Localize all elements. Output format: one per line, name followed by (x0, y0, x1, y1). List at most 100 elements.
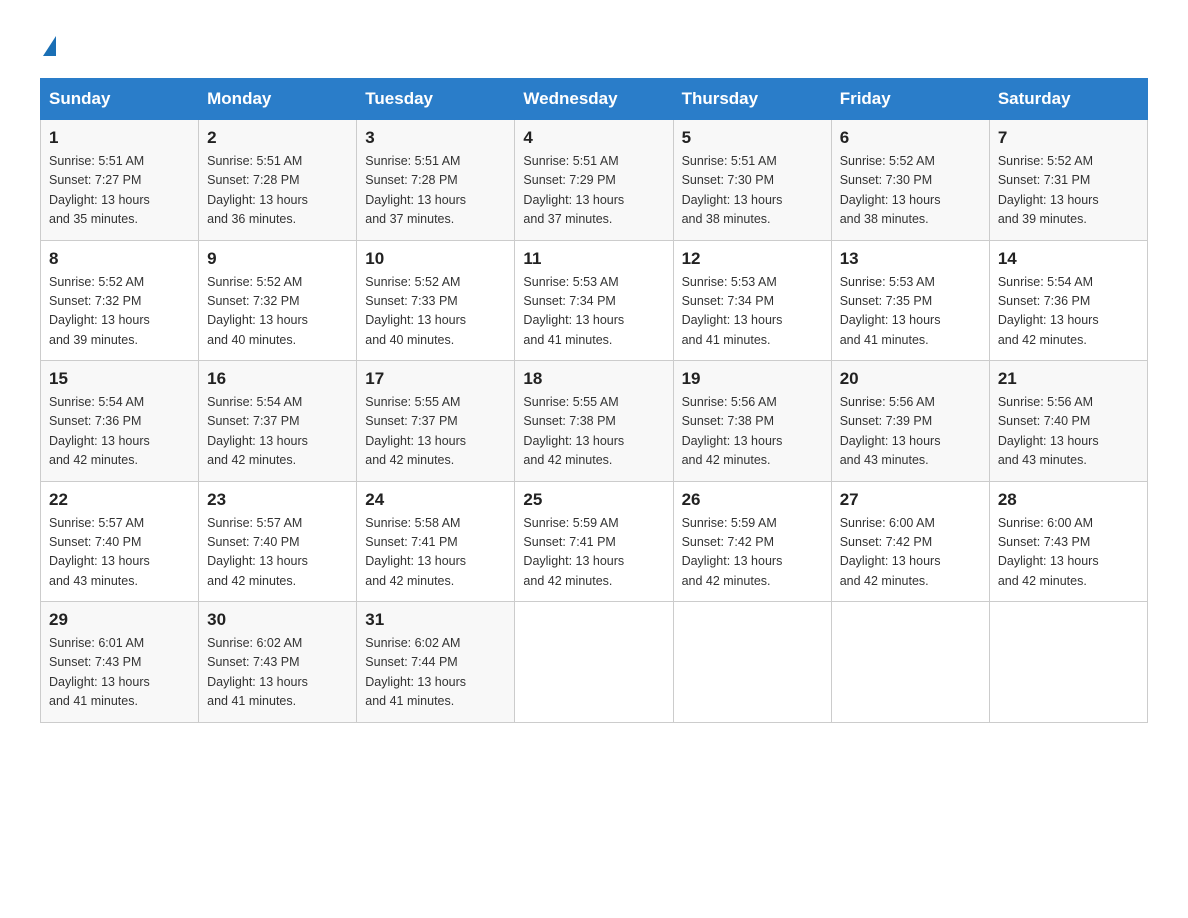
calendar-cell: 11 Sunrise: 5:53 AMSunset: 7:34 PMDayligh… (515, 240, 673, 361)
calendar-cell: 9 Sunrise: 5:52 AMSunset: 7:32 PMDaylight… (199, 240, 357, 361)
calendar-cell: 6Sunrise: 5:52 AMSunset: 7:30 PMDaylight… (831, 120, 989, 241)
calendar-cell: 1Sunrise: 5:51 AMSunset: 7:27 PMDaylight… (41, 120, 199, 241)
day-number: 22 (49, 490, 190, 510)
header-row: SundayMondayTuesdayWednesdayThursdayFrid… (41, 79, 1148, 120)
calendar-cell: 25Sunrise: 5:59 AMSunset: 7:41 PMDayligh… (515, 481, 673, 602)
calendar-table: SundayMondayTuesdayWednesdayThursdayFrid… (40, 78, 1148, 723)
calendar-cell: 14 Sunrise: 5:54 AMSunset: 7:36 PMDayligh… (989, 240, 1147, 361)
header-cell-thursday: Thursday (673, 79, 831, 120)
week-row-4: 22 Sunrise: 5:57 AMSunset: 7:40 PMDayligh… (41, 481, 1148, 602)
day-number: 31 (365, 610, 506, 630)
day-number: 3 (365, 128, 506, 148)
day-number: 18 (523, 369, 664, 389)
calendar-cell: 22 Sunrise: 5:57 AMSunset: 7:40 PMDayligh… (41, 481, 199, 602)
calendar-cell: 12Sunrise: 5:53 AMSunset: 7:34 PMDayligh… (673, 240, 831, 361)
calendar-cell: 20 Sunrise: 5:56 AMSunset: 7:39 PMDayligh… (831, 361, 989, 482)
calendar-cell: 16 Sunrise: 5:54 AMSunset: 7:37 PMDayligh… (199, 361, 357, 482)
header-cell-saturday: Saturday (989, 79, 1147, 120)
header-cell-tuesday: Tuesday (357, 79, 515, 120)
calendar-cell: 7 Sunrise: 5:52 AMSunset: 7:31 PMDaylight… (989, 120, 1147, 241)
day-number: 11 (523, 249, 664, 269)
day-info: Sunrise: 5:52 AMSunset: 7:33 PMDaylight:… (365, 275, 466, 347)
header-cell-friday: Friday (831, 79, 989, 120)
day-info: Sunrise: 5:57 AMSunset: 7:40 PMDaylight:… (207, 516, 308, 588)
day-info: Sunrise: 5:53 AMSunset: 7:34 PMDaylight:… (523, 275, 624, 347)
day-number: 30 (207, 610, 348, 630)
day-number: 20 (840, 369, 981, 389)
day-info: Sunrise: 5:52 AMSunset: 7:32 PMDaylight:… (49, 275, 150, 347)
day-number: 29 (49, 610, 190, 630)
day-number: 4 (523, 128, 664, 148)
week-row-1: 1Sunrise: 5:51 AMSunset: 7:27 PMDaylight… (41, 120, 1148, 241)
calendar-cell (989, 602, 1147, 723)
calendar-cell: 5Sunrise: 5:51 AMSunset: 7:30 PMDaylight… (673, 120, 831, 241)
day-info: Sunrise: 6:00 AMSunset: 7:42 PMDaylight:… (840, 516, 941, 588)
day-info: Sunrise: 5:58 AMSunset: 7:41 PMDaylight:… (365, 516, 466, 588)
day-number: 9 (207, 249, 348, 269)
day-number: 25 (523, 490, 664, 510)
logo (40, 30, 56, 58)
day-number: 26 (682, 490, 823, 510)
week-row-3: 15 Sunrise: 5:54 AMSunset: 7:36 PMDayligh… (41, 361, 1148, 482)
header-cell-monday: Monday (199, 79, 357, 120)
day-number: 27 (840, 490, 981, 510)
calendar-cell: 24 Sunrise: 5:58 AMSunset: 7:41 PMDayligh… (357, 481, 515, 602)
day-info: Sunrise: 5:53 AMSunset: 7:35 PMDaylight:… (840, 275, 941, 347)
header (40, 30, 1148, 58)
day-info: Sunrise: 5:51 AMSunset: 7:30 PMDaylight:… (682, 154, 783, 226)
header-cell-wednesday: Wednesday (515, 79, 673, 120)
day-info: Sunrise: 5:54 AMSunset: 7:37 PMDaylight:… (207, 395, 308, 467)
day-info: Sunrise: 5:51 AMSunset: 7:28 PMDaylight:… (365, 154, 466, 226)
day-info: Sunrise: 5:56 AMSunset: 7:39 PMDaylight:… (840, 395, 941, 467)
day-number: 19 (682, 369, 823, 389)
day-number: 16 (207, 369, 348, 389)
day-info: Sunrise: 6:00 AMSunset: 7:43 PMDaylight:… (998, 516, 1099, 588)
calendar-cell: 21Sunrise: 5:56 AMSunset: 7:40 PMDayligh… (989, 361, 1147, 482)
day-info: Sunrise: 6:01 AMSunset: 7:43 PMDaylight:… (49, 636, 150, 708)
day-number: 15 (49, 369, 190, 389)
day-info: Sunrise: 5:56 AMSunset: 7:40 PMDaylight:… (998, 395, 1099, 467)
day-info: Sunrise: 5:54 AMSunset: 7:36 PMDaylight:… (998, 275, 1099, 347)
day-info: Sunrise: 5:54 AMSunset: 7:36 PMDaylight:… (49, 395, 150, 467)
calendar-cell: 28 Sunrise: 6:00 AMSunset: 7:43 PMDayligh… (989, 481, 1147, 602)
calendar-cell: 8 Sunrise: 5:52 AMSunset: 7:32 PMDaylight… (41, 240, 199, 361)
day-info: Sunrise: 5:53 AMSunset: 7:34 PMDaylight:… (682, 275, 783, 347)
day-info: Sunrise: 5:51 AMSunset: 7:29 PMDaylight:… (523, 154, 624, 226)
day-info: Sunrise: 6:02 AMSunset: 7:43 PMDaylight:… (207, 636, 308, 708)
calendar-cell: 27 Sunrise: 6:00 AMSunset: 7:42 PMDayligh… (831, 481, 989, 602)
calendar-cell: 26 Sunrise: 5:59 AMSunset: 7:42 PMDayligh… (673, 481, 831, 602)
calendar-cell: 15 Sunrise: 5:54 AMSunset: 7:36 PMDayligh… (41, 361, 199, 482)
day-number: 8 (49, 249, 190, 269)
calendar-cell: 23 Sunrise: 5:57 AMSunset: 7:40 PMDayligh… (199, 481, 357, 602)
day-info: Sunrise: 5:59 AMSunset: 7:42 PMDaylight:… (682, 516, 783, 588)
day-number: 17 (365, 369, 506, 389)
day-info: Sunrise: 5:57 AMSunset: 7:40 PMDaylight:… (49, 516, 150, 588)
day-info: Sunrise: 5:52 AMSunset: 7:30 PMDaylight:… (840, 154, 941, 226)
calendar-cell: 29 Sunrise: 6:01 AMSunset: 7:43 PMDayligh… (41, 602, 199, 723)
calendar-cell: 4 Sunrise: 5:51 AMSunset: 7:29 PMDaylight… (515, 120, 673, 241)
day-number: 2 (207, 128, 348, 148)
calendar-cell: 2 Sunrise: 5:51 AMSunset: 7:28 PMDaylight… (199, 120, 357, 241)
day-number: 23 (207, 490, 348, 510)
day-info: Sunrise: 5:55 AMSunset: 7:37 PMDaylight:… (365, 395, 466, 467)
calendar-cell: 17 Sunrise: 5:55 AMSunset: 7:37 PMDayligh… (357, 361, 515, 482)
calendar-cell: 3 Sunrise: 5:51 AMSunset: 7:28 PMDaylight… (357, 120, 515, 241)
day-info: Sunrise: 5:55 AMSunset: 7:38 PMDaylight:… (523, 395, 624, 467)
calendar-cell: 10Sunrise: 5:52 AMSunset: 7:33 PMDayligh… (357, 240, 515, 361)
day-number: 28 (998, 490, 1139, 510)
calendar-header: SundayMondayTuesdayWednesdayThursdayFrid… (41, 79, 1148, 120)
calendar-cell: 13Sunrise: 5:53 AMSunset: 7:35 PMDayligh… (831, 240, 989, 361)
day-info: Sunrise: 5:51 AMSunset: 7:28 PMDaylight:… (207, 154, 308, 226)
day-info: Sunrise: 5:52 AMSunset: 7:32 PMDaylight:… (207, 275, 308, 347)
calendar-cell (831, 602, 989, 723)
day-info: Sunrise: 5:52 AMSunset: 7:31 PMDaylight:… (998, 154, 1099, 226)
calendar-cell (673, 602, 831, 723)
week-row-5: 29 Sunrise: 6:01 AMSunset: 7:43 PMDayligh… (41, 602, 1148, 723)
day-number: 24 (365, 490, 506, 510)
day-number: 14 (998, 249, 1139, 269)
calendar-cell: 30 Sunrise: 6:02 AMSunset: 7:43 PMDayligh… (199, 602, 357, 723)
day-number: 7 (998, 128, 1139, 148)
calendar-cell: 18 Sunrise: 5:55 AMSunset: 7:38 PMDayligh… (515, 361, 673, 482)
day-number: 1 (49, 128, 190, 148)
week-row-2: 8 Sunrise: 5:52 AMSunset: 7:32 PMDaylight… (41, 240, 1148, 361)
